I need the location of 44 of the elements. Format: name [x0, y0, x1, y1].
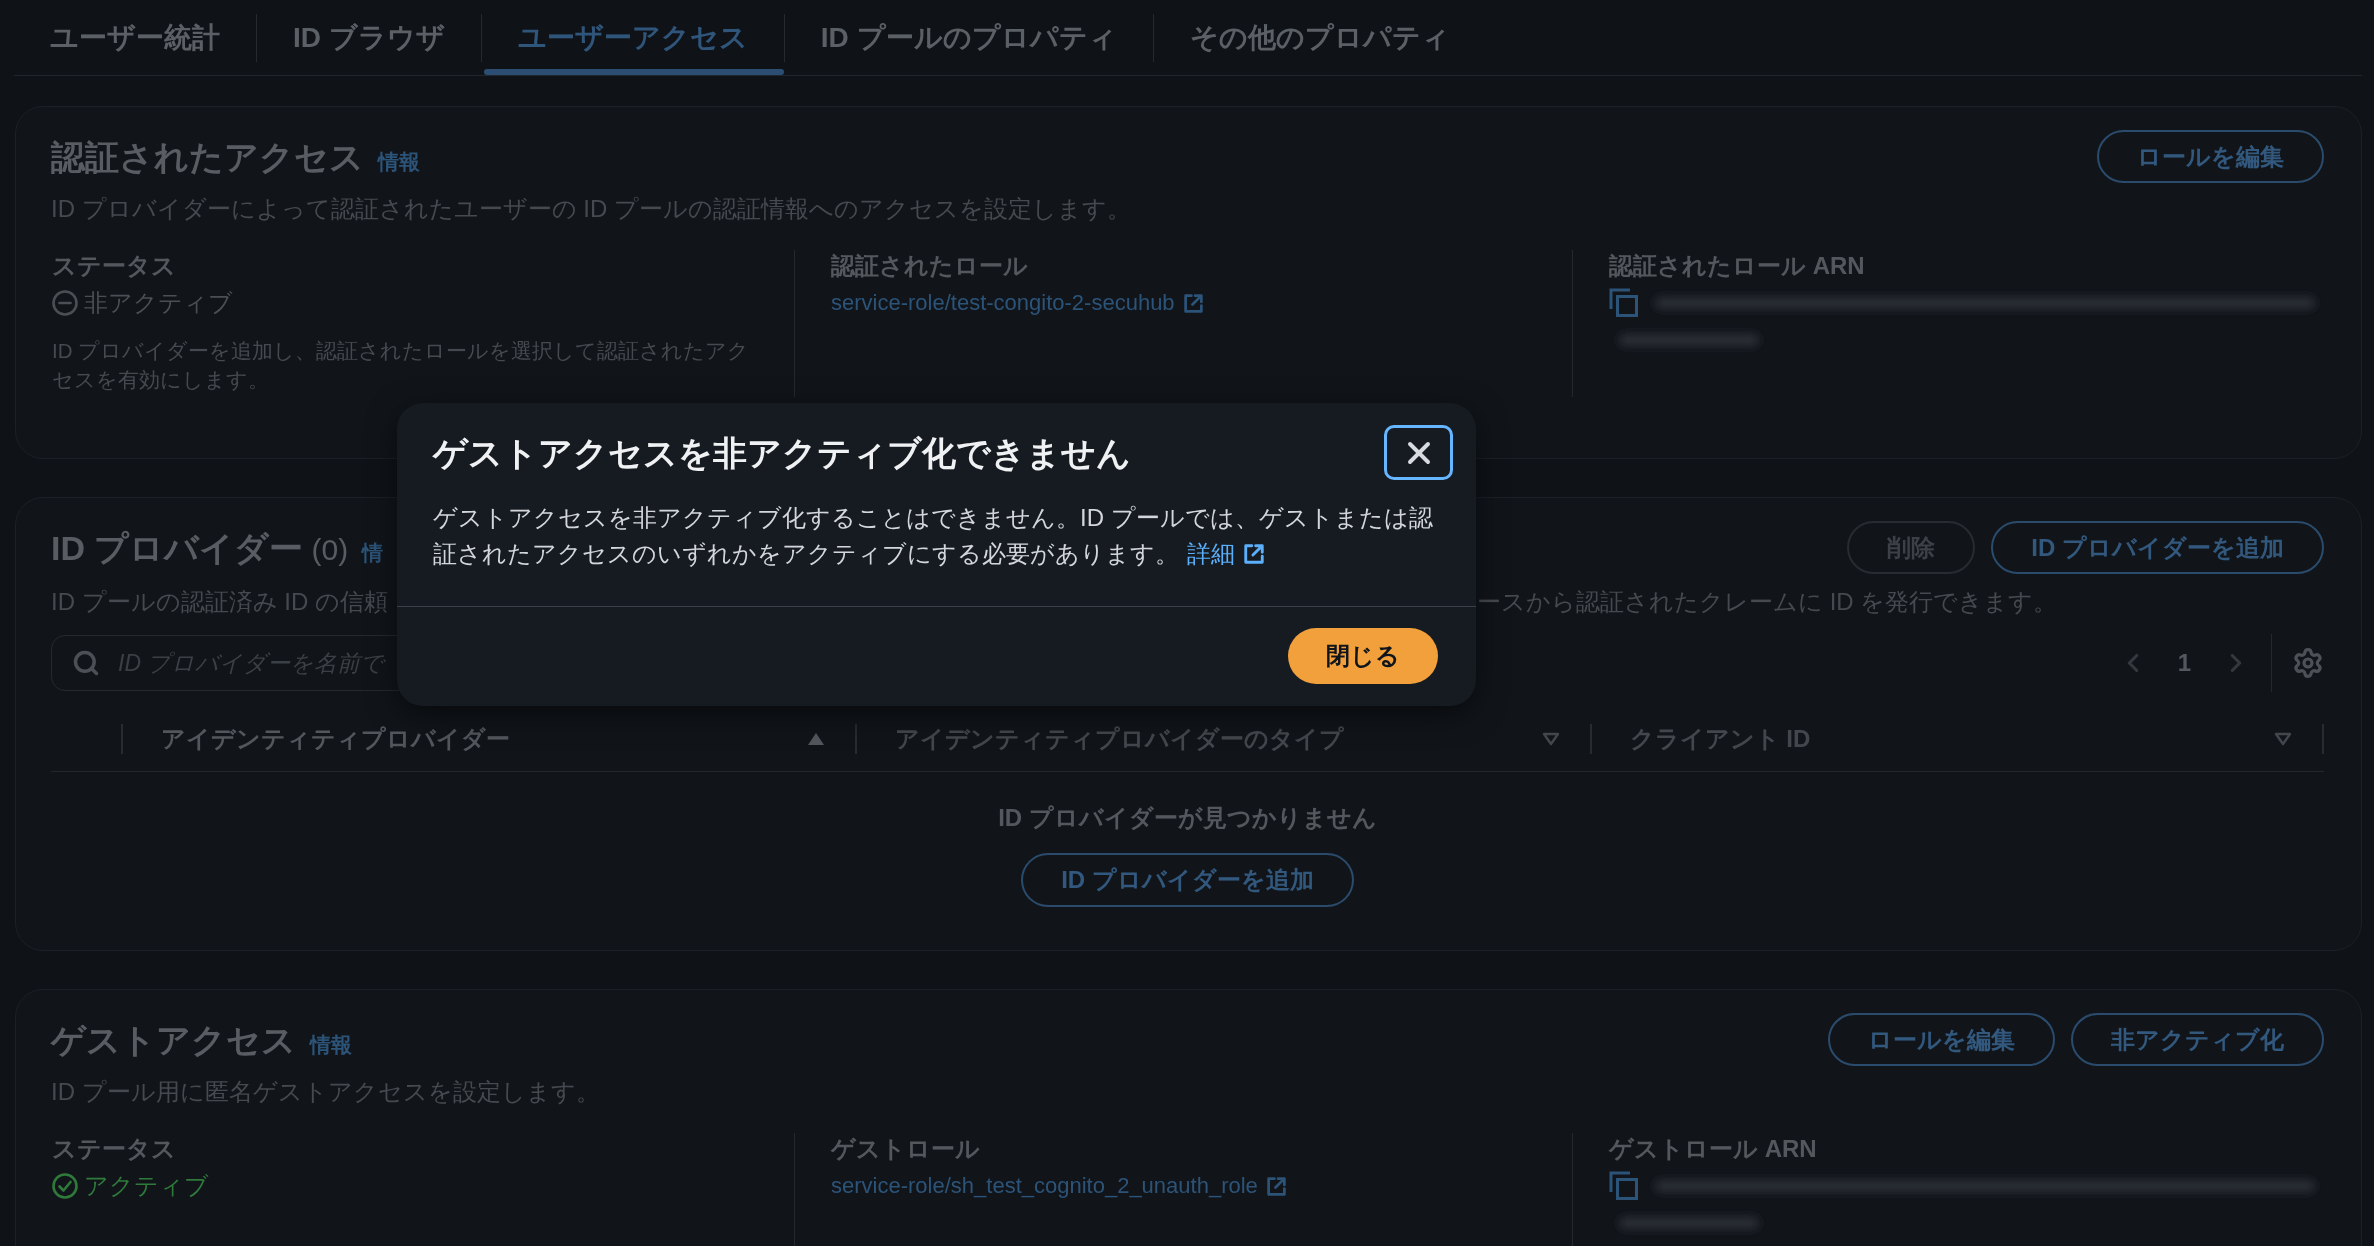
role-link[interactable]: service-role/test-congito-2-secuhub: [831, 287, 1204, 319]
learn-more-link[interactable]: 詳細: [1187, 536, 1265, 572]
section-title: ゲストアクセス: [51, 1019, 296, 1061]
external-link-icon: [1182, 292, 1204, 314]
column-header[interactable]: アイデンティティプロバイダー: [121, 724, 856, 754]
status-text: アクティブ: [84, 1171, 209, 1201]
external-link-icon: [1265, 1175, 1287, 1197]
add-provider-button[interactable]: ID プロバイダーを追加: [1021, 853, 1354, 907]
info-link[interactable]: 情: [362, 538, 384, 567]
tab[interactable]: ID プールのプロパティ: [784, 0, 1153, 76]
add-provider-button[interactable]: ID プロバイダーを追加: [1991, 521, 2324, 574]
field-label: 認証されたロール: [831, 251, 1029, 281]
field-label: 認証されたロール ARN: [1609, 251, 1866, 281]
settings-icon[interactable]: [2292, 647, 2324, 679]
page-number[interactable]: 1: [2177, 649, 2191, 677]
section-title: 認証されたアクセス: [51, 136, 364, 178]
role-link[interactable]: service-role/sh_test_cognito_2_unauth_role: [831, 1170, 1287, 1202]
copy-button[interactable]: [1609, 1171, 1639, 1201]
edit-role-button[interactable]: ロールを編集: [1828, 1013, 2055, 1066]
copy-icon: [1609, 1171, 1639, 1201]
empty-state-message: ID プロバイダーが見つかりません: [998, 803, 1377, 833]
provider-count: (0): [311, 532, 349, 567]
close-button[interactable]: [1384, 425, 1453, 480]
external-link-icon: [1243, 543, 1265, 565]
tab[interactable]: ID ブラウザ: [257, 0, 481, 76]
close-dialog-button[interactable]: 閉じる: [1288, 628, 1438, 684]
section-title: ID プロバイダー: [51, 527, 304, 569]
info-link[interactable]: 情報: [310, 1030, 352, 1059]
tab[interactable]: その他のプロパティ: [1153, 0, 1486, 76]
tab[interactable]: ユーザーアクセス: [481, 0, 784, 76]
search-icon: [72, 649, 100, 677]
field-label: ステータス: [52, 1134, 177, 1164]
info-link[interactable]: 情報: [378, 147, 420, 176]
dialog-message: ゲストアクセスを非アクティブ化することはできません。ID プールでは、ゲストまたは認証されたアクセスのいずれかをアクティブにする必要があります。 詳細: [433, 500, 1443, 572]
status-text: 非アクティブ: [84, 288, 233, 318]
deactivate-button[interactable]: 非アクティブ化: [2071, 1013, 2324, 1066]
edit-role-button[interactable]: ロールを編集: [2097, 130, 2324, 183]
field-label: ゲストロール: [831, 1134, 981, 1164]
field-label: ステータス: [52, 251, 177, 281]
dialog-title: ゲストアクセスを非アクティブ化できません: [433, 432, 1131, 474]
copy-button[interactable]: [1609, 288, 1639, 318]
copy-icon: [1609, 288, 1639, 318]
tab[interactable]: ユーザー統計: [14, 0, 256, 76]
field-label: ゲストロール ARN: [1609, 1134, 1818, 1164]
